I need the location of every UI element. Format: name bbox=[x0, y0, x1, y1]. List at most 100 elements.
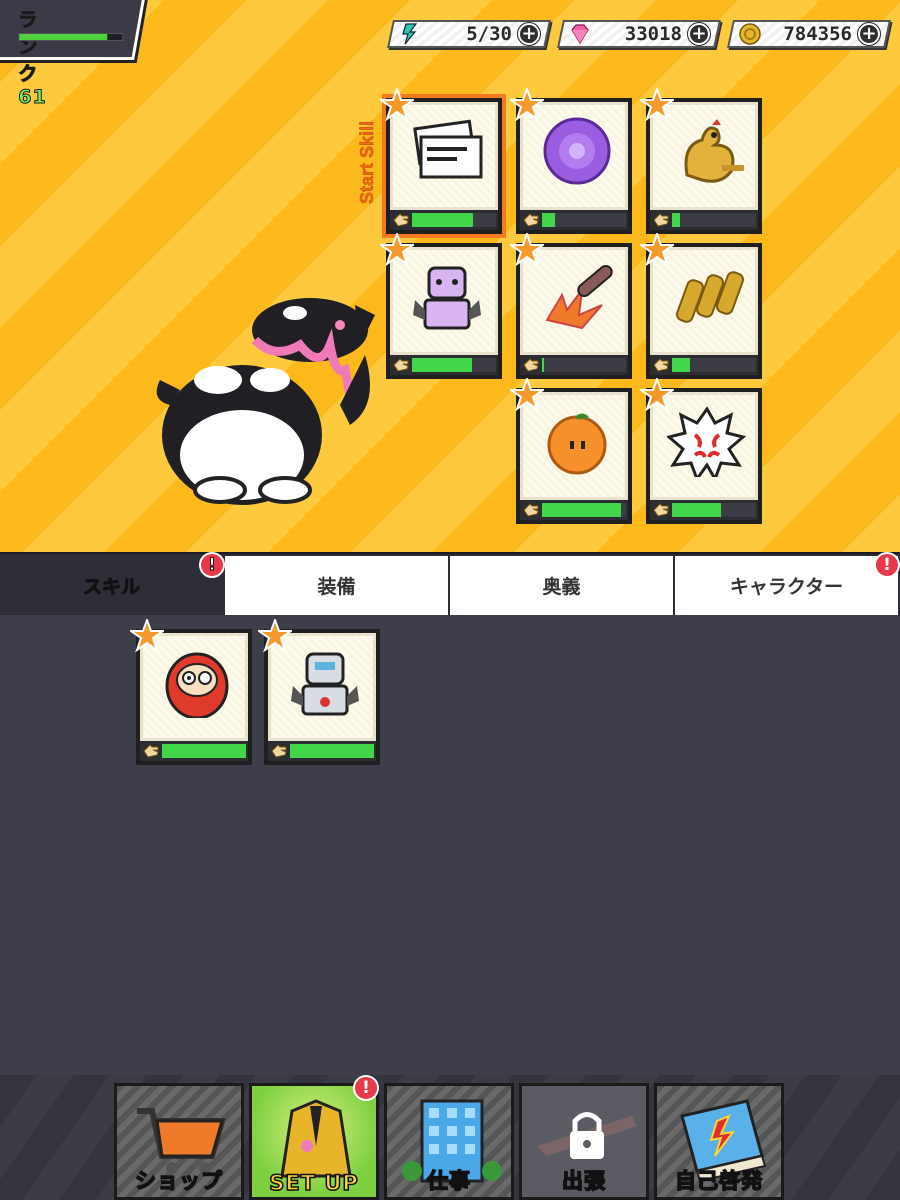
tab-equipment[interactable]: 装備 bbox=[225, 556, 448, 615]
skill-progress bbox=[390, 355, 498, 375]
level-star-badge bbox=[640, 378, 674, 412]
add-stamina-button[interactable]: + bbox=[518, 23, 540, 45]
bullets-icon bbox=[675, 271, 745, 323]
level-star-badge bbox=[258, 619, 292, 653]
skill-card[interactable] bbox=[510, 378, 632, 524]
tab-skill[interactable]: スキル! bbox=[0, 552, 225, 615]
add-coins-button[interactable]: + bbox=[858, 23, 880, 45]
nav-self-improvement-button[interactable]: 自己啓発 bbox=[654, 1083, 784, 1200]
alert-badge: ! bbox=[199, 552, 225, 578]
skill-progress-fill bbox=[542, 503, 621, 517]
missile-explosion-icon bbox=[545, 265, 613, 330]
tab-label: スキル bbox=[82, 576, 140, 599]
star-icon bbox=[258, 619, 292, 653]
skill-card[interactable] bbox=[380, 233, 502, 379]
skill-progress-fill bbox=[162, 744, 246, 758]
skill-card[interactable] bbox=[510, 233, 632, 379]
skill-progress-bar bbox=[542, 213, 626, 227]
skill-progress bbox=[140, 741, 248, 761]
skill-card[interactable] bbox=[640, 88, 762, 234]
rank-label: ランク61 bbox=[18, 9, 47, 109]
nav-business-trip-button: 出張 bbox=[519, 1083, 649, 1200]
gem-icon bbox=[568, 22, 592, 46]
skill-tabs: スキル! 装備 奥義 キャラクター! bbox=[0, 552, 900, 615]
level-star-badge bbox=[510, 88, 544, 122]
gem-counter: 33018 + bbox=[557, 20, 721, 48]
alert-badge: ! bbox=[874, 552, 900, 578]
skill-progress-bar bbox=[290, 744, 374, 758]
level-star-badge bbox=[380, 88, 414, 122]
star-icon bbox=[510, 88, 544, 122]
level-star-badge bbox=[640, 233, 674, 267]
skill-progress-bar bbox=[542, 503, 626, 517]
skill-progress bbox=[520, 355, 628, 375]
nav-label: 仕事 bbox=[426, 1168, 471, 1194]
tab-ougi[interactable]: 奥義 bbox=[450, 556, 673, 615]
level-star-badge bbox=[510, 233, 544, 267]
star-icon bbox=[510, 233, 544, 267]
orca-character bbox=[150, 285, 380, 515]
hand-icon bbox=[393, 213, 409, 227]
skill-setup-panel: ランク61 5/30 + 33018 + 784356 + Start Skil… bbox=[0, 0, 900, 552]
nav-setup-button[interactable]: SET UP bbox=[249, 1083, 379, 1200]
skill-progress-bar bbox=[412, 213, 496, 227]
skill-progress bbox=[650, 500, 758, 520]
skill-card[interactable] bbox=[130, 619, 252, 765]
skill-card[interactable] bbox=[380, 88, 506, 238]
alert-badge: ! bbox=[353, 1075, 379, 1101]
level-star-badge bbox=[130, 619, 164, 653]
skill-progress-bar bbox=[672, 358, 756, 372]
skill-progress bbox=[520, 500, 628, 520]
gem-value: 33018 bbox=[624, 23, 682, 45]
purple-disc-icon bbox=[543, 117, 611, 185]
hand-icon bbox=[653, 358, 669, 372]
skill-progress-bar bbox=[162, 744, 246, 758]
skill-progress-fill bbox=[672, 503, 721, 517]
skill-progress-fill bbox=[672, 358, 690, 372]
tab-character[interactable]: キャラクター! bbox=[675, 552, 900, 615]
hand-icon bbox=[393, 358, 409, 372]
hand-icon bbox=[653, 503, 669, 517]
rank-progress-fill bbox=[19, 34, 107, 40]
skill-progress-bar bbox=[672, 503, 756, 517]
rank-panel: ランク61 bbox=[0, 0, 146, 109]
skill-progress bbox=[390, 210, 498, 230]
hand-icon bbox=[523, 503, 539, 517]
skill-card[interactable] bbox=[640, 233, 762, 379]
documents-icon bbox=[413, 119, 483, 179]
star-icon bbox=[380, 88, 414, 122]
nav-label: 出張 bbox=[561, 1168, 606, 1194]
skill-progress-bar bbox=[542, 358, 626, 372]
silver-robot-icon bbox=[291, 652, 359, 716]
skill-inventory bbox=[0, 615, 900, 1075]
skill-progress-fill bbox=[412, 358, 473, 372]
hand-icon bbox=[523, 213, 539, 227]
coin-counter: 784356 + bbox=[727, 20, 891, 48]
add-gems-button[interactable]: + bbox=[688, 23, 710, 45]
coin-icon bbox=[738, 22, 762, 46]
orange-fruit-icon bbox=[547, 413, 607, 475]
coin-value: 784356 bbox=[783, 23, 852, 45]
stamina-counter: 5/30 + bbox=[387, 20, 551, 48]
hand-icon bbox=[143, 744, 159, 758]
hand-icon bbox=[523, 358, 539, 372]
star-icon bbox=[640, 233, 674, 267]
anger-mark-icon bbox=[667, 406, 747, 477]
level-star-badge bbox=[380, 233, 414, 267]
star-icon bbox=[380, 233, 414, 267]
skill-progress-bar bbox=[412, 358, 496, 372]
star-icon bbox=[510, 378, 544, 412]
skill-card[interactable] bbox=[258, 619, 380, 765]
skill-progress bbox=[520, 210, 628, 230]
nav-work-button[interactable]: 仕事 bbox=[384, 1083, 514, 1200]
tab-label: 奥義 bbox=[542, 576, 581, 598]
nav-shop-button[interactable]: ショップ bbox=[114, 1083, 244, 1200]
skill-card[interactable] bbox=[510, 88, 632, 234]
star-icon bbox=[640, 88, 674, 122]
skill-progress bbox=[650, 210, 758, 230]
level-star-badge bbox=[510, 378, 544, 412]
skill-card[interactable] bbox=[640, 378, 762, 524]
nav-label: 自己啓発 bbox=[674, 1168, 763, 1194]
skill-progress bbox=[268, 741, 376, 761]
skill-progress-fill bbox=[542, 358, 544, 372]
